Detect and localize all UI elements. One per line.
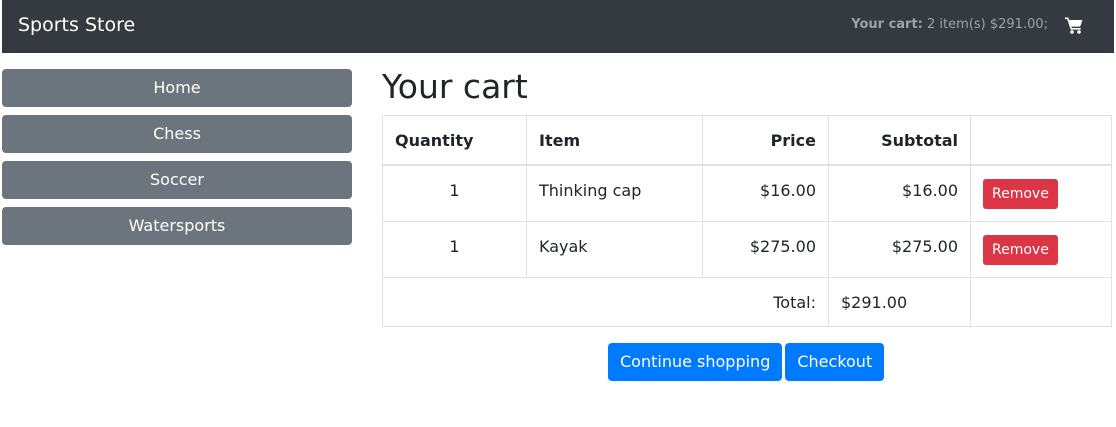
brand-name[interactable]: Sports Store <box>18 13 135 37</box>
row-price: $275.00 <box>702 221 829 278</box>
row-price: $16.00 <box>702 164 829 222</box>
navbar: Sports Store Your cart: 2 item(s) $291.0… <box>2 0 1114 53</box>
header-actions <box>970 115 1112 166</box>
row-subtotal: $275.00 <box>828 221 971 278</box>
total-value: $291.00 <box>828 277 971 327</box>
row-actions: Remove <box>970 221 1112 278</box>
category-chess-button[interactable]: Chess <box>2 115 352 153</box>
cart-summary-details: 2 item(s) $291.00; <box>927 17 1048 32</box>
table-row: 1 Kayak $275.00 $275.00 Remove <box>382 221 1112 278</box>
row-item: Thinking cap <box>526 164 703 222</box>
cart-actions: Continue shopping Checkout <box>608 343 885 381</box>
row-subtotal-value: $275.00 <box>891 237 958 256</box>
row-price-value: $16.00 <box>760 181 816 200</box>
total-empty-cell <box>970 277 1112 327</box>
header-subtotal: Subtotal <box>828 115 971 166</box>
row-quantity-value: 1 <box>449 181 460 200</box>
category-home-button[interactable]: Home <box>2 69 352 107</box>
total-row: Total: $291.00 <box>382 277 1112 327</box>
continue-shopping-button[interactable]: Continue shopping <box>608 343 783 381</box>
row-subtotal: $16.00 <box>828 164 971 222</box>
remove-button[interactable]: Remove <box>983 178 1058 209</box>
row-item: Kayak <box>526 221 703 278</box>
remove-button[interactable]: Remove <box>983 234 1058 265</box>
row-actions: Remove <box>970 164 1112 222</box>
row-quantity: 1 <box>382 164 527 222</box>
row-quantity: 1 <box>382 221 527 278</box>
row-item-name: Kayak <box>539 237 588 256</box>
table-row: 1 Thinking cap $16.00 $16.00 Remove <box>382 164 1112 222</box>
category-sidebar: Home Chess Soccer Watersports <box>2 69 352 253</box>
table-header-row: Quantity Item Price Subtotal <box>382 115 1112 166</box>
shopping-cart-icon[interactable] <box>1064 15 1084 35</box>
category-soccer-button[interactable]: Soccer <box>2 161 352 199</box>
page-title: Your cart <box>382 67 528 106</box>
category-watersports-button[interactable]: Watersports <box>2 207 352 245</box>
header-price: Price <box>702 115 829 166</box>
total-label: Total: <box>382 277 829 327</box>
checkout-button[interactable]: Checkout <box>785 343 885 381</box>
cart-summary-label: Your cart: <box>851 17 923 32</box>
cart-summary[interactable]: Your cart: 2 item(s) $291.00; <box>851 17 1048 33</box>
row-quantity-value: 1 <box>449 237 460 256</box>
row-item-name: Thinking cap <box>539 181 642 200</box>
row-subtotal-value: $16.00 <box>902 181 958 200</box>
header-item: Item <box>526 115 703 166</box>
cart-table: Quantity Item Price Subtotal 1 Thinking … <box>382 115 1112 327</box>
header-quantity: Quantity <box>382 115 527 166</box>
row-price-value: $275.00 <box>749 237 816 256</box>
